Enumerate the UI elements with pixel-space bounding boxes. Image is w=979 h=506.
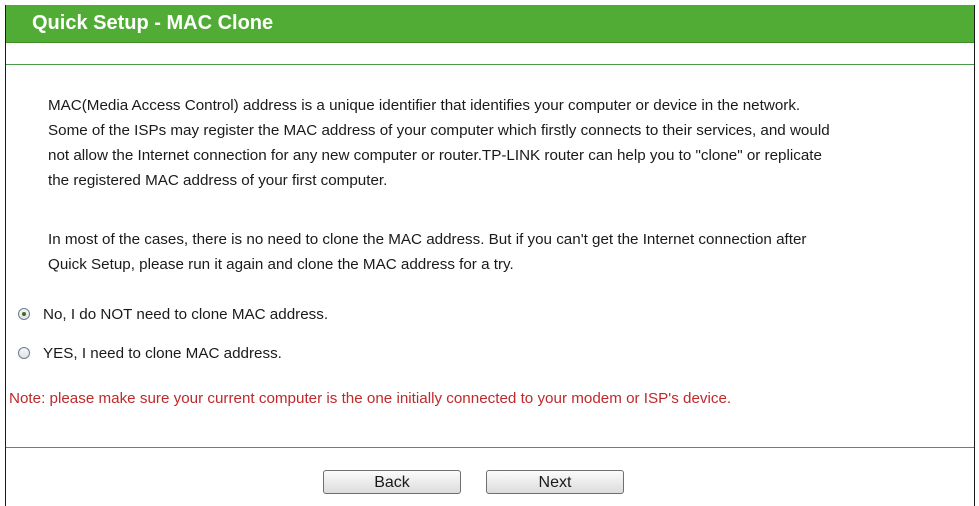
option-clone[interactable]: YES, I need to clone MAC address. <box>18 342 282 364</box>
description-line: not allow the Internet connection for an… <box>48 147 822 164</box>
page-title: Quick Setup - MAC Clone <box>32 12 274 34</box>
option-no-clone-label[interactable]: No, I do NOT need to clone MAC address. <box>43 306 328 323</box>
note-text: Note: please make sure your current comp… <box>9 390 732 407</box>
next-button[interactable]: Next <box>486 470 624 494</box>
bottom-divider <box>6 447 974 448</box>
description-line: In most of the cases, there is no need t… <box>48 231 807 248</box>
radio-no-clone[interactable] <box>18 308 30 320</box>
description-line: Quick Setup, please run it again and clo… <box>48 256 514 273</box>
description-line: MAC(Media Access Control) address is a u… <box>48 97 801 114</box>
top-divider <box>6 64 974 65</box>
header-bar: Quick Setup - MAC Clone <box>6 5 974 43</box>
radio-clone[interactable] <box>18 347 30 359</box>
option-no-clone[interactable]: No, I do NOT need to clone MAC address. <box>18 303 328 325</box>
back-button[interactable]: Back <box>323 470 461 494</box>
description-paragraph-2: In most of the cases, there is no need t… <box>48 227 966 277</box>
description-line: Some of the ISPs may register the MAC ad… <box>48 122 830 139</box>
quick-setup-panel: Quick Setup - MAC Clone MAC(Media Access… <box>5 5 975 506</box>
description-line: the registered MAC address of your first… <box>48 172 388 189</box>
option-clone-label[interactable]: YES, I need to clone MAC address. <box>43 345 282 362</box>
description-paragraph-1: MAC(Media Access Control) address is a u… <box>48 93 966 193</box>
